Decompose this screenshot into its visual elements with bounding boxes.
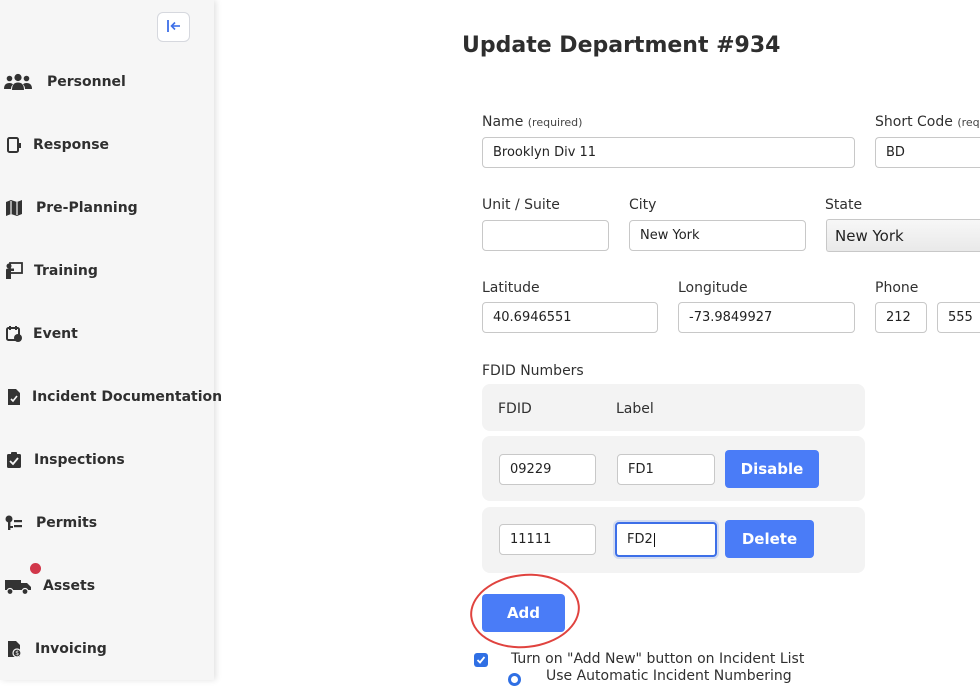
clipboard-check-icon (3, 450, 25, 470)
sidebar-item-label: Invoicing (35, 641, 107, 657)
sidebar-item-invoicing[interactable]: $ Invoicing (0, 629, 214, 669)
response-icon (3, 135, 25, 155)
invoice-icon: $ (3, 639, 25, 659)
disable-button[interactable]: Disable (725, 450, 819, 488)
calendar-icon (3, 324, 25, 344)
fdid-row: 11111 FD2 Delete (482, 507, 865, 573)
sidebar-item-label: Response (33, 137, 110, 153)
sidebar-item-pre-planning[interactable]: Pre-Planning (0, 188, 214, 228)
sidebar-item-response[interactable]: Response (0, 125, 214, 165)
state-select[interactable]: New York (826, 219, 980, 252)
required-hint: (required) (527, 116, 583, 129)
phone-area-input[interactable]: 212 (875, 302, 927, 333)
main-content: Update Department #934 Name (required) B… (214, 0, 980, 686)
map-icon (3, 198, 25, 218)
unit-label: Unit / Suite (482, 197, 560, 213)
sidebar-item-permits[interactable]: Permits (0, 503, 214, 543)
name-input[interactable]: Brooklyn Div 11 (482, 137, 855, 168)
sidebar-item-label: Training (34, 263, 98, 279)
fdid-label-input[interactable]: FD2 (615, 522, 717, 557)
page-title: Update Department #934 (462, 33, 781, 58)
phone-label: Phone (875, 280, 919, 296)
latitude-input[interactable]: 40.6946551 (482, 302, 658, 333)
checkmark-icon (476, 656, 486, 664)
svg-text:$: $ (15, 650, 19, 657)
fdid-section-label: FDID Numbers (482, 363, 584, 379)
sidebar: Personnel Response Pre-Planning Training… (0, 0, 222, 680)
longitude-label: Longitude (678, 280, 748, 296)
fdid-input[interactable]: 11111 (499, 524, 596, 555)
sidebar-item-event[interactable]: Event (0, 314, 214, 354)
sidebar-item-label: Assets (43, 578, 96, 594)
text-caret (653, 532, 655, 547)
people-icon (3, 72, 33, 92)
fdid-column-header: FDID (498, 401, 532, 417)
city-label: City (629, 197, 657, 213)
sidebar-item-label: Event (33, 326, 78, 342)
training-icon (3, 261, 25, 281)
delete-button[interactable]: Delete (725, 520, 814, 558)
fdid-header: FDID Label (482, 384, 865, 431)
required-hint: (req (957, 116, 980, 129)
add-new-checkbox[interactable] (474, 653, 488, 667)
sidebar-item-inspections[interactable]: Inspections (0, 440, 214, 480)
collapse-sidebar-button[interactable] (157, 12, 190, 42)
phone-prefix-input[interactable]: 555 (937, 302, 980, 333)
unit-input[interactable] (482, 220, 609, 251)
city-input[interactable]: New York (629, 220, 806, 251)
document-icon (3, 387, 25, 407)
sidebar-item-assets[interactable]: Assets (0, 563, 214, 606)
state-label: State (825, 197, 863, 213)
auto-numbering-label: Use Automatic Incident Numbering (546, 668, 792, 684)
sidebar-item-incident-documentation[interactable]: Incident Documentation (0, 377, 222, 417)
truck-icon (4, 576, 32, 596)
sidebar-item-label: Inspections (34, 452, 125, 468)
notification-badge (30, 563, 41, 574)
fdid-input[interactable]: 09229 (499, 454, 596, 485)
sidebar-item-label: Personnel (47, 74, 126, 90)
fdid-label-input[interactable]: FD1 (617, 454, 715, 485)
short-code-label: Short Code (req (875, 114, 980, 130)
collapse-left-icon (166, 18, 182, 37)
fdid-label-value: FD2 (627, 532, 653, 547)
highlight-circle-annotation (466, 568, 584, 654)
sidebar-item-training[interactable]: Training (0, 251, 214, 291)
sidebar-item-label: Permits (36, 515, 98, 531)
name-label-text: Name (482, 114, 524, 130)
name-label: Name (required) (482, 114, 582, 130)
short-code-label-text: Short Code (875, 114, 953, 130)
sidebar-item-label: Pre-Planning (36, 200, 138, 216)
sidebar-item-label: Incident Documentation (32, 389, 223, 405)
key-list-icon (3, 513, 25, 533)
fdid-row: 09229 FD1 Disable (482, 436, 865, 501)
longitude-input[interactable]: -73.9849927 (678, 302, 855, 333)
short-code-input[interactable]: BD (875, 137, 980, 168)
add-new-label: Turn on "Add New" button on Incident Lis… (511, 651, 805, 667)
latitude-label: Latitude (482, 280, 540, 296)
sidebar-item-personnel[interactable]: Personnel (0, 62, 214, 102)
label-column-header: Label (616, 401, 654, 417)
